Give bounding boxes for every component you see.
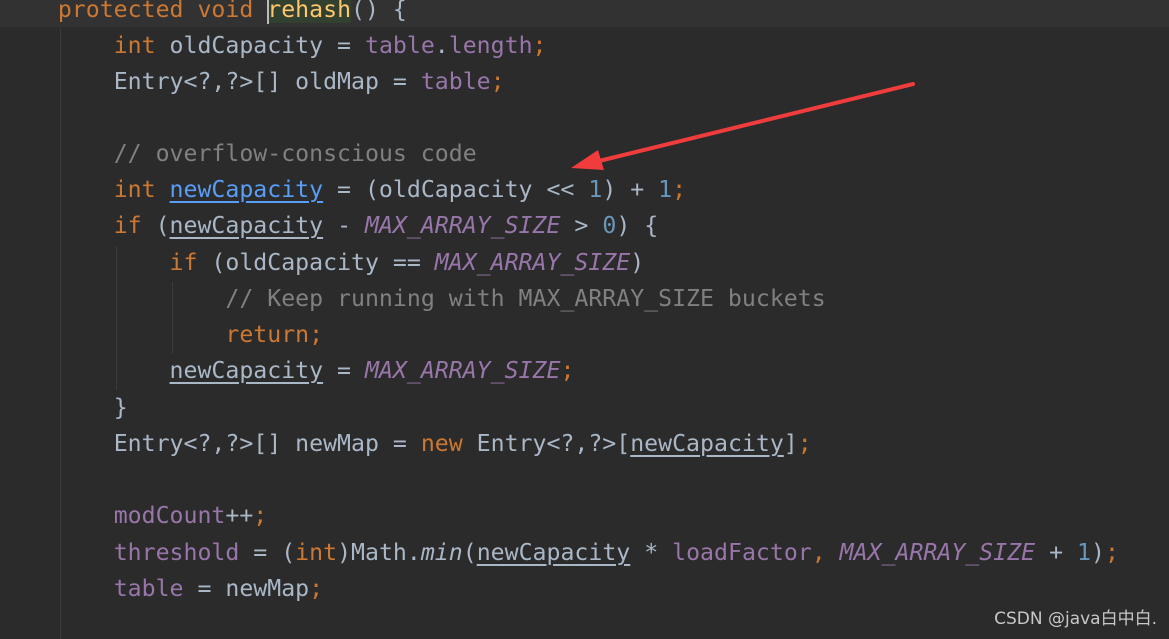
- red-arrow-annotation: [571, 82, 915, 170]
- arrow-head: [571, 150, 604, 170]
- arrow-shaft: [593, 82, 915, 164]
- watermark: CSDN @java白中白.: [994, 609, 1157, 629]
